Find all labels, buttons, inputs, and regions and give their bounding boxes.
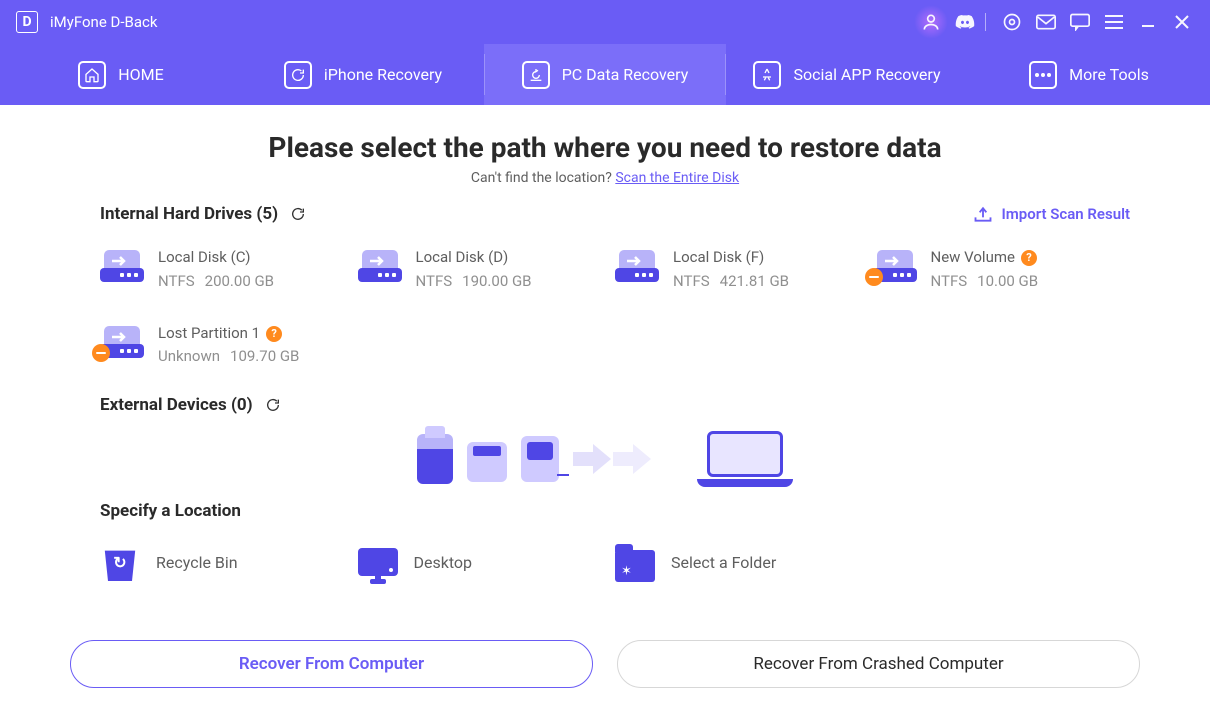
tab-label: iPhone Recovery	[324, 65, 442, 84]
page-title: Please select the path where you need to…	[80, 131, 1130, 164]
location-desktop[interactable]: Desktop	[358, 543, 616, 581]
drive-info: Local Disk (D) NTFS190.00 GB	[416, 248, 532, 290]
location-recycle-bin[interactable]: Recycle Bin	[100, 543, 358, 581]
warning-badge-icon	[865, 268, 883, 286]
drive-meta: Unknown109.70 GB	[158, 347, 299, 365]
app-logo: D	[16, 11, 38, 33]
app-title: iMyFone D-Back	[50, 13, 157, 31]
drive-item[interactable]: Lost Partition 1? Unknown109.70 GB	[100, 324, 358, 366]
import-scan-result-link[interactable]: Import Scan Result	[973, 205, 1130, 223]
tab-label: PC Data Recovery	[562, 65, 689, 84]
drive-info: Local Disk (C) NTFS200.00 GB	[158, 248, 274, 290]
drive-item[interactable]: Local Disk (F) NTFS421.81 GB	[615, 248, 873, 290]
folder-icon: ✶	[615, 550, 655, 582]
refresh-external-button[interactable]	[263, 395, 283, 415]
refresh-icon	[284, 61, 312, 89]
tab-label: HOME	[118, 65, 163, 84]
recover-from-crashed-computer-button[interactable]: Recover From Crashed Computer	[617, 640, 1140, 688]
import-icon	[973, 205, 993, 223]
drive-info: Local Disk (F) NTFS421.81 GB	[673, 248, 789, 290]
feedback-icon[interactable]	[1066, 8, 1094, 36]
sd-card-icon	[467, 442, 507, 482]
specify-location-header: Specify a Location	[80, 501, 1130, 521]
internal-drives-header: Internal Hard Drives (5) Import Scan Res…	[80, 204, 1130, 224]
internal-drives-grid: Local Disk (C) NTFS200.00 GB Local Disk (D…	[80, 248, 1130, 365]
drive-item[interactable]: Local Disk (D) NTFS190.00 GB	[358, 248, 616, 290]
help-badge-icon[interactable]: ?	[1021, 250, 1037, 266]
drive-info: New Volume? NTFS10.00 GB	[931, 248, 1039, 290]
disk-icon	[358, 250, 402, 282]
tab-home[interactable]: HOME	[0, 44, 242, 105]
disk-icon	[615, 250, 659, 282]
drive-meta: NTFS10.00 GB	[931, 272, 1039, 290]
location-label: Desktop	[414, 553, 473, 572]
laptop-icon	[697, 431, 793, 487]
internal-drives-title: Internal Hard Drives (5)	[100, 204, 278, 224]
drive-meta: NTFS200.00 GB	[158, 272, 274, 290]
bottom-button-row: Recover From Computer Recover From Crash…	[70, 640, 1140, 688]
external-devices-header: External Devices (0)	[80, 395, 1130, 415]
titlebar: D iMyFone D-Back	[0, 0, 1210, 44]
recover-from-computer-button[interactable]: Recover From Computer	[70, 640, 593, 688]
drive-name: New Volume?	[931, 248, 1039, 268]
drive-meta: NTFS190.00 GB	[416, 272, 532, 290]
scan-entire-disk-link[interactable]: Scan the Entire Disk	[615, 170, 739, 186]
drive-name: Lost Partition 1?	[158, 324, 299, 344]
usb-icon	[417, 434, 453, 484]
location-label: Select a Folder	[671, 553, 776, 572]
tab-label: More Tools	[1069, 65, 1149, 84]
drive-meta: NTFS421.81 GB	[673, 272, 789, 290]
minimize-button[interactable]	[1134, 8, 1162, 36]
external-devices-illustration	[80, 431, 1130, 487]
disk-icon	[100, 326, 144, 358]
disk-icon	[100, 250, 144, 282]
subtitle-text: Can't find the location?	[471, 170, 615, 186]
refresh-drives-button[interactable]	[288, 204, 308, 224]
drive-name: Local Disk (C)	[158, 248, 274, 268]
drive-info: Lost Partition 1? Unknown109.70 GB	[158, 324, 299, 366]
specify-location-title: Specify a Location	[100, 501, 241, 521]
tab-more-tools[interactable]: More Tools	[968, 44, 1210, 105]
disk-icon	[873, 250, 917, 282]
account-icon[interactable]	[917, 8, 945, 36]
specify-location-row: Recycle Bin Desktop ✶ Select a Folder	[80, 543, 1130, 581]
desktop-icon	[358, 548, 398, 576]
menu-icon[interactable]	[1100, 8, 1128, 36]
location-select-folder[interactable]: ✶ Select a Folder	[615, 543, 873, 581]
drive-item[interactable]: New Volume? NTFS10.00 GB	[873, 248, 1131, 290]
location-label: Recycle Bin	[156, 553, 238, 572]
page-subtitle: Can't find the location? Scan the Entire…	[80, 170, 1130, 186]
main-tabs: HOME iPhone Recovery PC Data Recovery So…	[0, 44, 1210, 105]
drive-name: Local Disk (F)	[673, 248, 789, 268]
tab-label: Social APP Recovery	[793, 65, 940, 84]
main-content: Please select the path where you need to…	[0, 105, 1210, 581]
home-icon	[78, 61, 106, 89]
mail-icon[interactable]	[1032, 8, 1060, 36]
monitor-restore-icon	[522, 61, 550, 89]
external-hdd-icon	[521, 436, 559, 482]
tab-iphone-recovery[interactable]: iPhone Recovery	[242, 44, 484, 105]
tab-pc-data-recovery[interactable]: PC Data Recovery	[484, 44, 726, 105]
header: D iMyFone D-Back	[0, 0, 1210, 105]
arrow-icon	[573, 444, 683, 474]
warning-badge-icon	[92, 344, 110, 362]
recycle-bin-icon	[100, 543, 140, 581]
close-button[interactable]	[1168, 8, 1196, 36]
app-store-icon	[753, 61, 781, 89]
settings-icon[interactable]	[998, 8, 1026, 36]
tab-social-app-recovery[interactable]: Social APP Recovery	[726, 44, 968, 105]
drive-item[interactable]: Local Disk (C) NTFS200.00 GB	[100, 248, 358, 290]
external-devices-title: External Devices (0)	[100, 395, 253, 415]
import-label: Import Scan Result	[1001, 205, 1130, 223]
more-icon	[1029, 61, 1057, 89]
drive-name: Local Disk (D)	[416, 248, 532, 268]
help-badge-icon[interactable]: ?	[266, 326, 282, 342]
discord-icon[interactable]	[951, 8, 979, 36]
